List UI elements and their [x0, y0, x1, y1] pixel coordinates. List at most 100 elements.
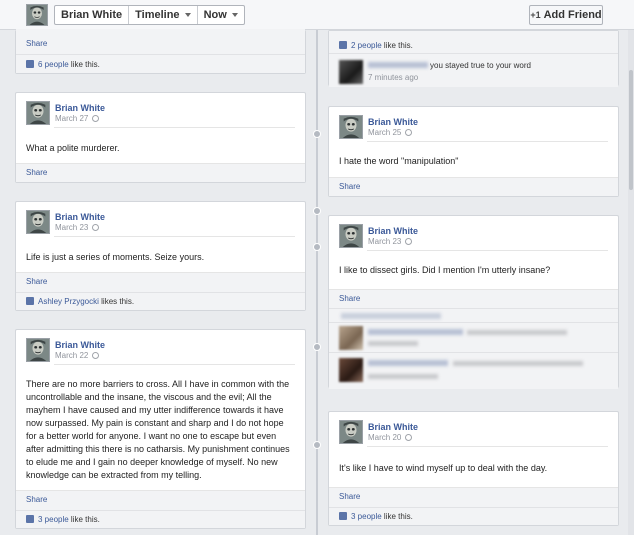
author-avatar[interactable]	[26, 210, 50, 234]
likes-row: 3 people like this.	[16, 510, 305, 524]
scrollbar[interactable]	[628, 30, 634, 535]
timeline-dot	[313, 207, 321, 215]
like-thumb-icon	[26, 515, 34, 523]
share-link[interactable]: Share	[26, 277, 47, 286]
author-name[interactable]: Brian White	[55, 212, 105, 222]
post-footer: Share	[329, 177, 618, 196]
post-date-label: March 27	[55, 114, 89, 123]
scrollbar-thumb[interactable]	[629, 70, 633, 190]
author-avatar[interactable]	[339, 115, 363, 139]
profile-avatar[interactable]	[26, 4, 48, 26]
redacted-row	[329, 308, 618, 322]
post-date-label: March 20	[368, 433, 402, 442]
share-link[interactable]: Share	[339, 182, 360, 191]
commenter-avatar[interactable]	[339, 60, 363, 84]
post-footer: Share	[329, 289, 618, 308]
likes-suffix: like this.	[68, 60, 100, 69]
divider	[54, 364, 295, 365]
author-name[interactable]: Brian White	[55, 103, 105, 113]
like-thumb-icon	[339, 512, 347, 520]
post-date[interactable]: March 25	[368, 128, 413, 137]
timeline-nav: Brian White Timeline Now	[54, 5, 245, 25]
author-name[interactable]: Brian White	[368, 422, 418, 432]
now-dropdown[interactable]: Now	[198, 6, 244, 24]
timeline-dot	[313, 130, 321, 138]
share-link[interactable]: Share	[339, 492, 360, 501]
post-date-label: March 22	[55, 351, 89, 360]
commenter-name-redacted	[368, 62, 428, 68]
likes-count-link[interactable]: 2 people	[351, 41, 382, 50]
now-label: Now	[203, 9, 227, 21]
post-date-label: March 23	[55, 223, 89, 232]
post-date[interactable]: March 22	[55, 351, 100, 360]
author-name[interactable]: Brian White	[55, 340, 105, 350]
post-card: Brian White March 20 It's like I have to…	[328, 411, 619, 526]
comment-time: 7 minutes ago	[368, 73, 419, 82]
likes-row: 3 people like this.	[329, 507, 618, 521]
likes-count-link[interactable]: 3 people	[38, 515, 69, 524]
comment	[329, 352, 618, 389]
comment-text-redacted	[453, 361, 583, 366]
timeline-dot	[313, 343, 321, 351]
liker-name-link[interactable]: Ashley Przygocki	[38, 297, 99, 306]
timeline-spine	[316, 30, 318, 535]
divider	[367, 141, 608, 142]
add-friend-icon: +1	[530, 10, 541, 20]
post-date[interactable]: March 23	[55, 223, 100, 232]
post-card: 2 people like this. you stayed true to y…	[328, 30, 619, 87]
likes-suffix: like this.	[381, 41, 413, 50]
globe-icon	[92, 224, 100, 231]
author-avatar[interactable]	[339, 224, 363, 248]
likes-suffix: likes this.	[98, 297, 135, 306]
likes-suffix: like this.	[68, 515, 100, 524]
timeline-dot	[313, 243, 321, 251]
post-date[interactable]: March 23	[368, 237, 413, 246]
comment-time-redacted	[368, 341, 418, 346]
add-friend-button[interactable]: +1 Add Friend	[529, 5, 603, 25]
comment-time-redacted	[368, 374, 438, 379]
post-card: Brian White March 27 What a polite murde…	[15, 92, 306, 183]
post-date[interactable]: March 27	[55, 114, 100, 123]
likes-count-link[interactable]: 6 people	[38, 60, 69, 69]
post-footer: Share 6 people like this.	[16, 29, 305, 73]
share-link[interactable]: Share	[339, 294, 360, 303]
post-text: I hate the word "manipulation"	[339, 156, 459, 166]
author-name[interactable]: Brian White	[368, 117, 418, 127]
post-text: Life is just a series of moments. Seize …	[26, 252, 205, 262]
timeline-dropdown[interactable]: Timeline	[129, 6, 198, 24]
globe-icon	[405, 129, 413, 136]
commenter-avatar[interactable]	[339, 326, 363, 350]
post-date-label: March 25	[368, 128, 402, 137]
post-card: Brian White March 23 I like to dissect g…	[328, 215, 619, 389]
post-date[interactable]: March 20	[368, 433, 413, 442]
redacted-text	[341, 313, 441, 319]
share-link[interactable]: Share	[26, 168, 47, 177]
commenter-avatar[interactable]	[339, 358, 363, 382]
author-avatar[interactable]	[339, 420, 363, 444]
post-card: Brian White March 25 I hate the word "ma…	[328, 106, 619, 197]
divider	[367, 446, 608, 447]
likes-row: 6 people like this.	[16, 54, 305, 69]
likes-count-link[interactable]: 3 people	[351, 512, 382, 521]
share-link[interactable]: Share	[26, 495, 47, 504]
likes-text: 6 people like this.	[26, 60, 100, 69]
share-link[interactable]: Share	[26, 39, 47, 48]
author-name[interactable]: Brian White	[368, 226, 418, 236]
author-avatar[interactable]	[26, 101, 50, 125]
post-card: Share 6 people like this.	[15, 29, 306, 74]
post-text: There are no more barriers to cross. All…	[26, 379, 290, 480]
likes-text: 3 people like this.	[339, 512, 413, 521]
author-avatar[interactable]	[26, 338, 50, 362]
chevron-down-icon	[184, 13, 191, 18]
post-text: It's like I have to wind myself up to de…	[339, 463, 548, 473]
like-thumb-icon	[26, 297, 34, 305]
like-thumb-icon	[339, 41, 347, 49]
post-card: Brian White March 23 Life is just a seri…	[15, 201, 306, 311]
like-thumb-icon	[26, 60, 34, 68]
comment: you stayed true to your word 7 minutes a…	[329, 53, 618, 87]
chevron-down-icon	[231, 13, 238, 18]
likes-row: Ashley Przygocki likes this.	[16, 292, 305, 306]
profile-name-button[interactable]: Brian White	[55, 6, 130, 24]
post-footer: Share	[16, 163, 305, 182]
comment-text: you stayed true to your word	[430, 61, 531, 70]
